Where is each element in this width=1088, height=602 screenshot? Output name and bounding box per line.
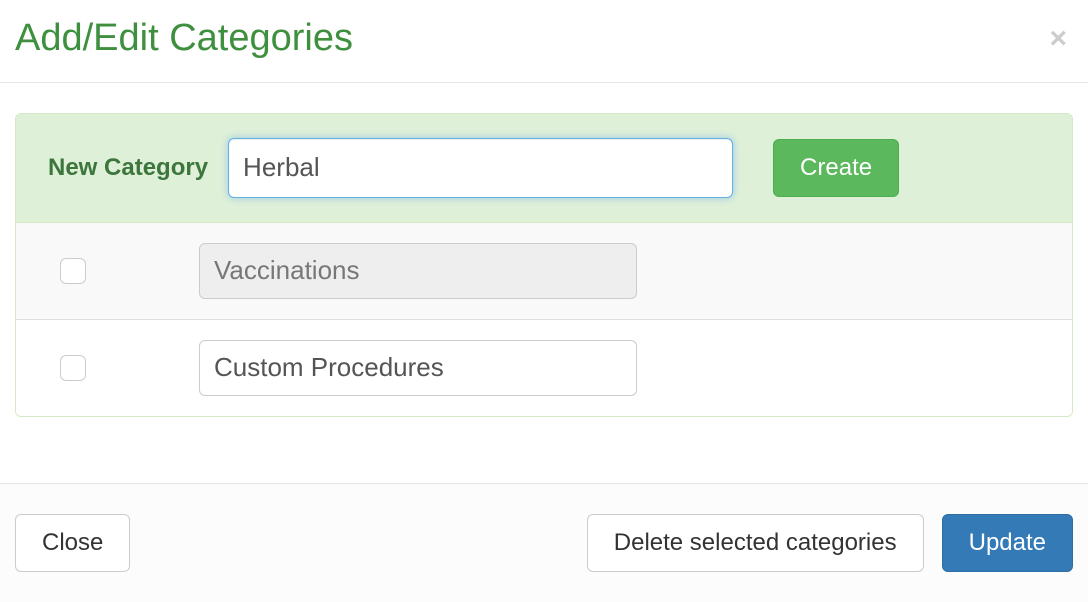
category-list	[16, 223, 1072, 416]
close-button[interactable]: Close	[15, 514, 130, 572]
modal-header: Add/Edit Categories ×	[0, 0, 1088, 83]
delete-selected-button[interactable]: Delete selected categories	[587, 514, 924, 572]
category-row	[16, 319, 1072, 416]
update-button[interactable]: Update	[942, 514, 1073, 572]
modal-title: Add/Edit Categories	[15, 18, 353, 60]
category-checkbox[interactable]	[60, 355, 86, 381]
category-name-input	[199, 243, 637, 299]
modal-footer: Close Delete selected categories Update	[0, 483, 1088, 602]
modal: Add/Edit Categories × New Category Creat…	[0, 0, 1088, 602]
modal-body: New Category Create	[0, 83, 1088, 483]
categories-panel: New Category Create	[15, 113, 1073, 417]
create-button[interactable]: Create	[773, 139, 899, 197]
category-checkbox[interactable]	[60, 258, 86, 284]
footer-right: Delete selected categories Update	[587, 514, 1073, 572]
new-category-label: New Category	[48, 154, 208, 182]
new-category-input[interactable]	[228, 138, 733, 198]
new-category-row: New Category Create	[16, 114, 1072, 223]
close-icon[interactable]: ×	[1043, 24, 1073, 54]
category-name-input[interactable]	[199, 340, 637, 396]
category-row	[16, 223, 1072, 319]
